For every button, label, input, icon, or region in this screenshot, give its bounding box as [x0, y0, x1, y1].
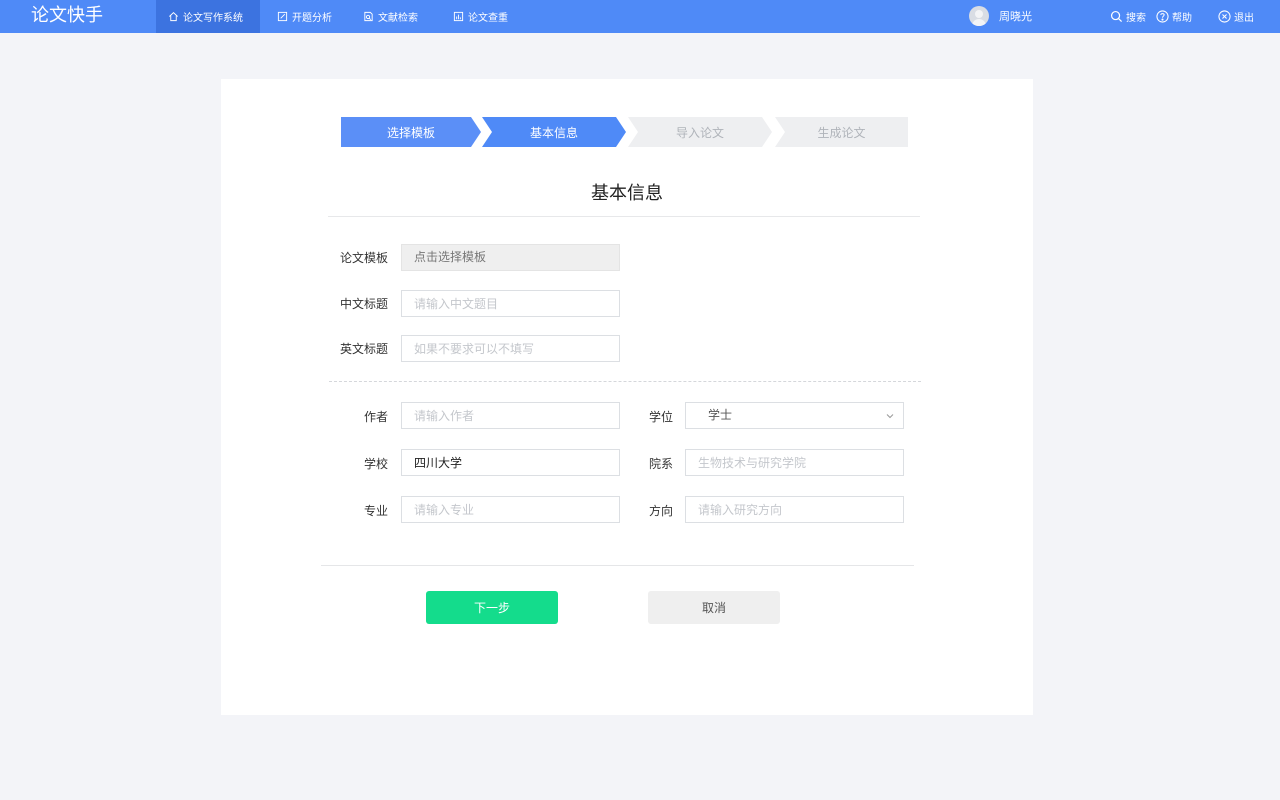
step-label: 选择模板: [386, 125, 435, 140]
en-title-label: 英文标题: [339, 342, 388, 356]
cn-title-label: 中文标题: [339, 297, 388, 311]
direction-label: 方向: [648, 504, 673, 518]
nav-item-writing-system[interactable]: 论文写作系统: [156, 0, 260, 33]
home-icon: [169, 12, 178, 22]
degree-select[interactable]: 学士: [685, 402, 904, 429]
nav-item-label: 文献检索: [378, 13, 418, 24]
form-card: 选择模板 基本信息 导入论文 生成论文 基本信息 论文模板 点击选择模板 中文标…: [221, 79, 1033, 715]
school-label: 学校: [363, 457, 388, 471]
next-step-button[interactable]: 下一步: [426, 591, 558, 624]
major-label: 专业: [363, 504, 388, 518]
nav-item-label: 开题分析: [292, 13, 332, 24]
logout-button[interactable]: 退出: [1218, 0, 1254, 33]
user-name: 周晓光: [999, 10, 1032, 23]
dashed-divider: [329, 381, 921, 382]
nav-item-label: 论文查重: [468, 13, 508, 24]
step-label: 导入论文: [675, 125, 724, 140]
step-progress: 选择模板 基本信息 导入论文 生成论文: [341, 117, 908, 147]
cn-title-input[interactable]: [401, 290, 620, 317]
degree-selected-value: 学士: [708, 408, 733, 422]
department-input[interactable]: [685, 449, 904, 476]
nav-item-literature-search[interactable]: 文献检索: [363, 0, 418, 33]
direction-input[interactable]: [685, 496, 904, 523]
help-button[interactable]: 帮助: [1156, 0, 1192, 33]
search-label: 搜索: [1126, 13, 1146, 24]
search-button[interactable]: 搜索: [1110, 0, 1146, 33]
step-basic-info[interactable]: 基本信息: [482, 117, 626, 147]
nav-item-label: 论文写作系统: [183, 13, 243, 24]
footer-divider: [321, 565, 914, 566]
step-generate-paper[interactable]: 生成论文: [775, 117, 908, 147]
logout-label: 退出: [1234, 13, 1254, 24]
major-input[interactable]: [401, 496, 620, 523]
document-search-icon: [364, 11, 373, 22]
cancel-button[interactable]: 取消: [648, 591, 780, 624]
help-icon: [1156, 10, 1169, 23]
step-select-template[interactable]: 选择模板: [341, 117, 481, 147]
degree-label: 学位: [648, 410, 673, 424]
nav-item-plagiarism-check[interactable]: 论文查重: [453, 0, 508, 33]
chevron-down-icon: [886, 413, 894, 418]
template-select-field[interactable]: 点击选择模板: [401, 244, 620, 271]
divider: [328, 216, 920, 217]
author-label: 作者: [363, 410, 388, 424]
close-circle-icon: [1218, 10, 1231, 23]
step-label: 生成论文: [817, 125, 866, 140]
chart-icon: [453, 11, 464, 22]
en-title-input[interactable]: [401, 335, 620, 362]
edit-icon: [277, 11, 288, 22]
app-logo[interactable]: 论文快手: [31, 5, 103, 27]
help-label: 帮助: [1172, 13, 1192, 24]
search-icon: [1110, 10, 1123, 23]
school-input[interactable]: [401, 449, 620, 476]
template-label: 论文模板: [339, 251, 388, 265]
nav-item-proposal-analysis[interactable]: 开题分析: [277, 0, 332, 33]
department-label: 院系: [648, 457, 673, 471]
top-bar: 论文快手 论文写作系统 开题分析 文献检索 论文查重 周晓光 搜索 帮助 退出: [0, 0, 1280, 33]
step-label: 基本信息: [529, 125, 578, 140]
avatar-icon: [969, 6, 989, 26]
author-input[interactable]: [401, 402, 620, 429]
section-title: 基本信息: [591, 183, 663, 204]
step-import-paper[interactable]: 导入论文: [628, 117, 772, 147]
user-menu[interactable]: 周晓光: [969, 6, 1032, 26]
